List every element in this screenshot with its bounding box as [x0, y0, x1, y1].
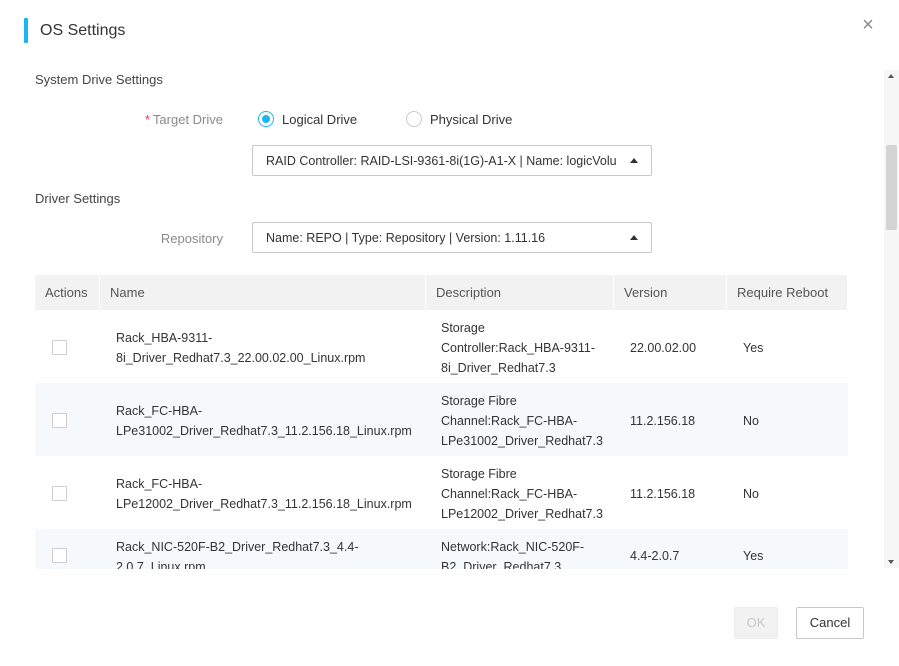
repository-label: Repository	[160, 231, 223, 246]
driver-description: Storage Fibre Channel:Rack_FC-HBA- LPe31…	[441, 394, 603, 448]
dialog-title: OS Settings	[40, 22, 126, 39]
radio-physical-drive-label: Physical Drive	[430, 111, 513, 127]
row-checkbox[interactable]	[52, 413, 67, 428]
driver-name: Rack_FC-HBA- LPe31002_Driver_Redhat7.3_1…	[116, 404, 412, 438]
table-row: Rack_NIC-520F-B2_Driver_Redhat7.3_4.4- 2…	[35, 529, 848, 569]
title-accent-bar	[24, 18, 28, 43]
radio-unchecked-icon	[406, 111, 422, 127]
column-header-name: Name	[100, 275, 426, 310]
driver-version: 22.00.02.00	[630, 341, 697, 355]
ok-button[interactable]: OK	[734, 607, 778, 639]
target-drive-label-text: Target Drive	[152, 112, 223, 127]
column-header-require-reboot: Require Reboot	[727, 275, 848, 310]
driver-version: 11.2.156.18	[630, 414, 696, 428]
radio-checked-icon	[258, 111, 274, 127]
caret-up-icon	[630, 158, 638, 163]
driver-description: Storage Fibre Channel:Rack_FC-HBA- LPe12…	[441, 467, 603, 521]
scroll-down-icon[interactable]	[888, 560, 894, 564]
os-settings-dialog: OS Settings × System Drive Settings * Tar…	[0, 0, 899, 666]
driver-version: 11.2.156.18	[630, 487, 696, 501]
drive-select-value: RAID Controller: RAID-LSI-9361-8i(1G)-A1…	[266, 154, 617, 168]
table-row: Rack_FC-HBA- LPe12002_Driver_Redhat7.3_1…	[35, 456, 848, 529]
driver-require-reboot: Yes	[743, 341, 764, 355]
table-header: Actions Name Description Version Require…	[35, 275, 848, 310]
radio-logical-drive[interactable]: Logical Drive	[258, 111, 357, 127]
dialog-body: System Drive Settings * Target Drive Logi…	[0, 66, 884, 569]
driver-name: Rack_FC-HBA- LPe12002_Driver_Redhat7.3_1…	[116, 477, 412, 511]
table-row: Rack_FC-HBA- LPe31002_Driver_Redhat7.3_1…	[35, 383, 848, 456]
scroll-thumb[interactable]	[886, 145, 897, 230]
dialog-footer: OK Cancel	[0, 590, 899, 666]
repository-select[interactable]: Name: REPO | Type: Repository | Version:…	[252, 222, 652, 253]
close-icon[interactable]: ×	[858, 15, 878, 35]
dialog-header: OS Settings ×	[0, 0, 899, 60]
driver-description: Network:Rack_NIC-520F- B2_Driver_Redhat7…	[441, 540, 585, 569]
column-header-description: Description	[426, 275, 614, 310]
row-checkbox[interactable]	[52, 340, 67, 355]
radio-physical-drive[interactable]: Physical Drive	[406, 111, 512, 127]
scroll-up-icon[interactable]	[888, 74, 894, 78]
driver-require-reboot: Yes	[743, 549, 764, 563]
table-row: Rack_HBA-9311- 8i_Driver_Redhat7.3_22.00…	[35, 310, 848, 383]
column-header-actions: Actions	[35, 275, 100, 310]
drive-select[interactable]: RAID Controller: RAID-LSI-9361-8i(1G)-A1…	[252, 145, 652, 176]
driver-description: Storage Controller:Rack_HBA-9311- 8i_Dri…	[441, 321, 595, 375]
driver-require-reboot: No	[743, 487, 759, 501]
system-drive-section-title: System Drive Settings	[35, 72, 163, 87]
driver-name: Rack_HBA-9311- 8i_Driver_Redhat7.3_22.00…	[116, 331, 366, 365]
driver-require-reboot: No	[743, 414, 759, 428]
column-header-version: Version	[614, 275, 727, 310]
driver-name: Rack_NIC-520F-B2_Driver_Redhat7.3_4.4- 2…	[116, 540, 359, 569]
row-checkbox[interactable]	[52, 486, 67, 501]
target-drive-label: * Target Drive	[0, 112, 223, 127]
vertical-scrollbar[interactable]	[884, 70, 899, 568]
required-marker: *	[144, 112, 150, 127]
driver-section-title: Driver Settings	[35, 191, 121, 206]
row-checkbox[interactable]	[52, 548, 67, 563]
radio-logical-drive-label: Logical Drive	[282, 111, 358, 127]
repository-select-value: Name: REPO | Type: Repository | Version:…	[266, 231, 546, 245]
driver-version: 4.4-2.0.7	[630, 549, 680, 563]
cancel-button[interactable]: Cancel	[796, 607, 864, 639]
caret-up-icon	[630, 235, 638, 240]
